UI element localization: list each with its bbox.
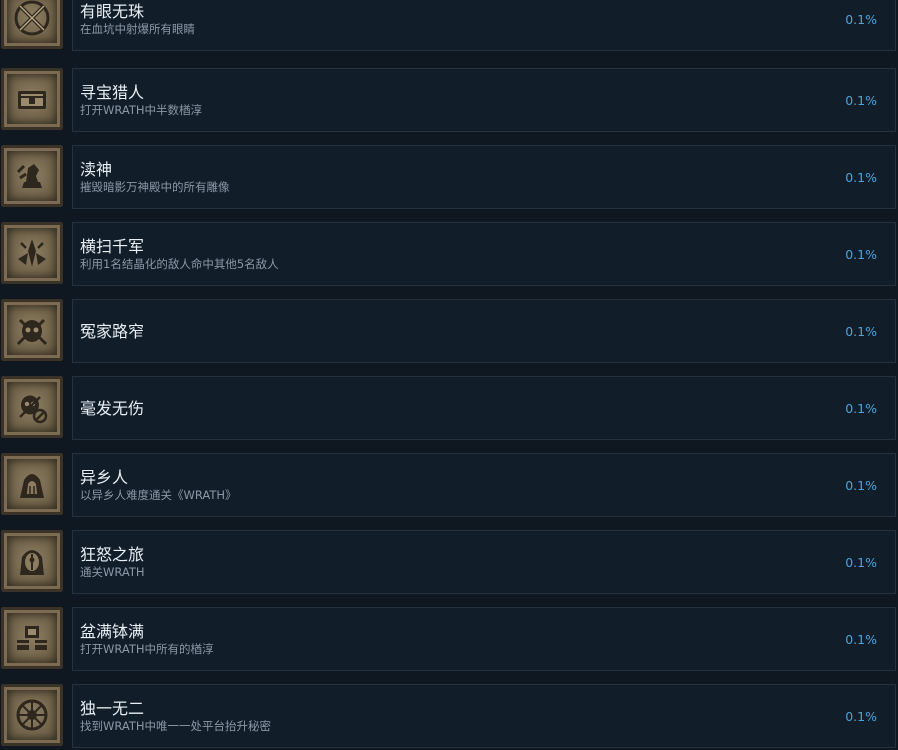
- achievement-row[interactable]: 独一无二 找到WRATH中唯一一处平台抬升秘密 0.1%: [0, 684, 898, 750]
- achievement-icon: [1, 0, 63, 49]
- achievement-icon: [1, 530, 63, 592]
- achievement-percent: 0.1%: [845, 555, 877, 570]
- achievement-panel: 毫发无伤 0.1%: [72, 376, 896, 440]
- achievement-percent: 0.1%: [845, 632, 877, 647]
- achievement-icon: [1, 68, 63, 130]
- achievement-panel: 异乡人 以异乡人难度通关《WRATH》 0.1%: [72, 453, 896, 517]
- achievement-panel: 有眼无珠 在血坑中射爆所有眼睛 0.1%: [72, 0, 896, 51]
- achievement-title: 有眼无珠: [80, 2, 145, 21]
- achievement-percent: 0.1%: [845, 709, 877, 724]
- achievement-panel: 渎神 摧毁暗影万神殿中的所有雕像 0.1%: [72, 145, 896, 209]
- achievement-row[interactable]: 横扫千军 利用1名结晶化的敌人命中其他5名敌人 0.1%: [0, 222, 898, 288]
- achievement-title: 冤家路窄: [80, 322, 145, 341]
- achievement-icon: [1, 607, 63, 669]
- crystal-burst-icon: [18, 239, 46, 267]
- achievement-title: 寻宝猎人: [80, 83, 145, 102]
- achievement-description: 通关WRATH: [80, 565, 145, 579]
- achievement-title: 独一无二: [80, 699, 145, 718]
- broken-statue-icon: [16, 164, 42, 188]
- achievement-row[interactable]: 异乡人 以异乡人难度通关《WRATH》 0.1%: [0, 453, 898, 519]
- achievement-panel: 狂怒之旅 通关WRATH 0.1%: [72, 530, 896, 594]
- achievement-percent: 0.1%: [845, 170, 877, 185]
- achievement-panel: 独一无二 找到WRATH中唯一一处平台抬升秘密 0.1%: [72, 684, 896, 748]
- demon-skull-icon: [16, 318, 48, 346]
- hooded-outlander-icon: [20, 474, 44, 498]
- achievement-icon: [1, 376, 63, 438]
- achievement-icon: [1, 453, 63, 515]
- achievement-description: 打开WRATH中半数楢淳: [80, 103, 203, 117]
- achievement-percent: 0.1%: [845, 478, 877, 493]
- achievement-description: 打开WRATH中所有的楢淳: [80, 642, 214, 656]
- treasure-stack-icon: [17, 626, 47, 650]
- achievement-description: 摧毁暗影万神殿中的所有雕像: [80, 180, 230, 194]
- achievement-description: 找到WRATH中唯一一处平台抬升秘密: [80, 719, 272, 733]
- achievement-icon: [1, 299, 63, 361]
- achievement-icon: [1, 222, 63, 284]
- hooded-helmet-icon: [20, 550, 44, 575]
- achievement-description: 以异乡人难度通关《WRATH》: [80, 488, 237, 502]
- achievement-title: 异乡人: [80, 468, 129, 487]
- achievement-title: 横扫千军: [80, 237, 145, 256]
- achievement-row[interactable]: 有眼无珠 在血坑中射爆所有眼睛 0.1%: [0, 0, 898, 53]
- achievement-percent: 0.1%: [845, 247, 877, 262]
- achievement-title: 盆满钵满: [80, 622, 145, 641]
- achievement-panel: 冤家路窄 0.1%: [72, 299, 896, 363]
- achievement-row[interactable]: 毫发无伤 0.1%: [0, 376, 898, 442]
- achievement-title: 毫发无伤: [80, 399, 145, 418]
- achievement-description: 在血坑中射爆所有眼睛: [80, 22, 195, 36]
- achievement-description: 利用1名结晶化的敌人命中其他5名敌人: [80, 257, 279, 271]
- achievement-row[interactable]: 渎神 摧毁暗影万神殿中的所有雕像 0.1%: [0, 145, 898, 211]
- achievement-title: 狂怒之旅: [80, 545, 145, 564]
- achievement-percent: 0.1%: [845, 324, 877, 339]
- achievement-icon: [1, 145, 63, 207]
- achievement-panel: 盆满钵满 打开WRATH中所有的楢淳 0.1%: [72, 607, 896, 671]
- achievement-title: 渎神: [80, 160, 113, 179]
- achievement-panel: 横扫千军 利用1名结晶化的敌人命中其他5名敌人 0.1%: [72, 222, 896, 286]
- achievement-row[interactable]: 寻宝猎人 打开WRATH中半数楢淳 0.1%: [0, 68, 898, 134]
- achievement-row[interactable]: 狂怒之旅 通关WRATH 0.1%: [0, 530, 898, 596]
- skull-no-damage-icon: [19, 395, 48, 424]
- achievement-list: 有眼无珠 在血坑中射爆所有眼睛 0.1% 寻宝猎人 打开WRATH中半数楢淳 0…: [0, 0, 898, 750]
- achievement-row[interactable]: 盆满钵满 打开WRATH中所有的楢淳 0.1%: [0, 607, 898, 673]
- achievement-percent: 0.1%: [845, 401, 877, 416]
- achievement-row[interactable]: 冤家路窄 0.1%: [0, 299, 898, 365]
- achievement-percent: 0.1%: [845, 12, 877, 27]
- achievement-icon: [1, 684, 63, 746]
- achievement-percent: 0.1%: [845, 93, 877, 108]
- treasure-chest-icon: [18, 91, 46, 109]
- rune-wheel-icon: [16, 699, 48, 731]
- achievement-panel: 寻宝猎人 打开WRATH中半数楢淳 0.1%: [72, 68, 896, 132]
- crossed-blades-icon: [14, 0, 50, 36]
